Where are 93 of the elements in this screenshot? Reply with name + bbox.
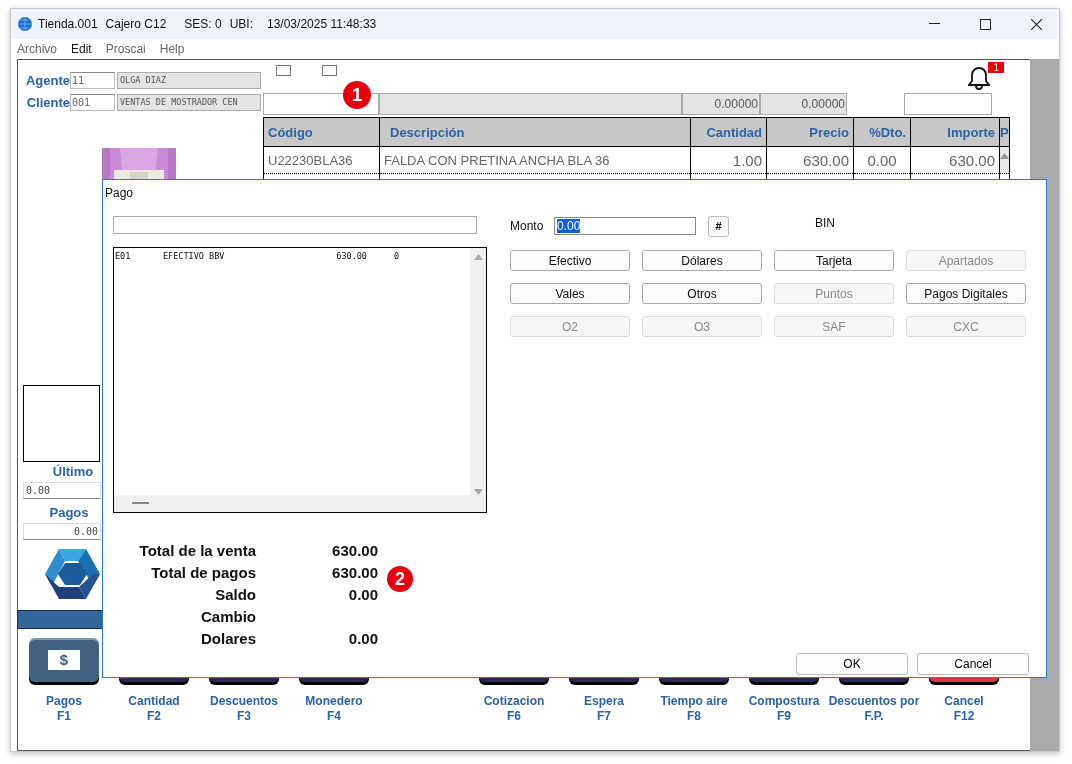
payment-method-button[interactable]: Vales [510, 283, 630, 304]
total-value: 630.00 [331, 563, 378, 581]
title-text: Cajero C12 [105, 17, 167, 31]
key-symbol: $ [47, 650, 81, 670]
key-label: Descuentos por [828, 694, 920, 709]
list-cell-text: 0 [392, 251, 399, 261]
readout-field: 0.00000 [760, 93, 847, 115]
key-label: Cotizacion [483, 694, 545, 709]
table-cell: 0.00 [853, 146, 911, 174]
scroll-up-icon[interactable] [1000, 153, 1009, 159]
key-shortcut: F1 [57, 709, 71, 724]
bin-label: BIN [815, 216, 835, 230]
globe-icon [18, 17, 32, 31]
checkbox[interactable] [276, 65, 291, 76]
dialog-button[interactable]: OK [796, 653, 908, 675]
payment-method-button[interactable]: Pagos Digitales [906, 283, 1026, 304]
notification-badge: 1 [988, 62, 1004, 73]
checkbox[interactable] [322, 65, 337, 76]
list-cell-text: E01 [115, 251, 132, 261]
title-text: UBI: [229, 17, 253, 31]
agent-label: Agente [24, 73, 70, 88]
key-shortcut: F6 [507, 709, 521, 724]
agent-name-field: OLGA DIAZ [117, 72, 261, 89]
input-field[interactable] [904, 93, 992, 115]
total-label: Cambio [200, 607, 256, 625]
column-header: Precio [766, 117, 854, 147]
column-header: Cantidad [690, 117, 767, 147]
column-header: %Dto. [853, 117, 911, 147]
close-icon[interactable] [1031, 18, 1042, 30]
key-label: Espera [584, 694, 624, 709]
title-text: 13/03/2025 11:48:33 [267, 17, 377, 31]
key-shortcut: F7 [597, 709, 611, 724]
client-code-field[interactable]: 001 [70, 94, 115, 111]
horizontal-scrollbar[interactable] [114, 495, 486, 512]
column-header: Importe [910, 117, 1000, 147]
amount-field[interactable]: 0.00 [554, 217, 696, 235]
table-cell: 1.00 [690, 146, 767, 174]
key-label: Tiempo aire [660, 694, 728, 709]
minimize-icon[interactable] [929, 23, 940, 25]
key-label: Cancel [944, 694, 984, 709]
payments-label: Pagos [48, 505, 90, 520]
total-label: Dolares [199, 629, 256, 647]
readout-field: 0.00000 [682, 93, 760, 115]
dialog-title: Pago [105, 186, 135, 200]
total-label: Total de pagos [150, 563, 256, 581]
bell-icon[interactable] [968, 66, 990, 90]
table-cell: 630.00 [910, 146, 1000, 174]
key-shortcut: F9 [777, 709, 791, 724]
key-shortcut: F4 [327, 709, 341, 724]
key-shortcut: F2 [147, 709, 161, 724]
total-label: Saldo [214, 585, 256, 603]
key-shortcut: F.P. [864, 709, 884, 724]
last-field: 0.00 [23, 482, 101, 499]
key-shortcut: F8 [687, 709, 701, 724]
key-label: Monedero [305, 694, 363, 709]
total-label: Total de la venta [138, 541, 256, 559]
table-cell: U22230BLA36 [263, 146, 380, 174]
table-cell: 630.00 [766, 146, 854, 174]
menu-item[interactable]: Edit [71, 42, 92, 56]
step-marker: 1 [343, 81, 371, 109]
total-value: 0.00 [347, 585, 378, 603]
title-text: SES: 0 [184, 17, 222, 31]
amount-label: Monto [510, 219, 545, 233]
table-cell: FALDA CON PRETINA ANCHA BLA 36 [379, 146, 691, 174]
key-shortcut: F3 [237, 709, 251, 724]
key-shortcut: F12 [953, 709, 975, 724]
total-value: 0.00 [347, 629, 378, 647]
search-field[interactable] [113, 216, 477, 234]
key-label: Cantidad [128, 694, 180, 709]
key-label: Compostura [748, 694, 820, 709]
cube-logo-icon [45, 549, 100, 599]
agent-code-field[interactable]: 11 [70, 72, 115, 89]
payment-method-button[interactable]: Efectivo [510, 250, 630, 271]
payments-field: 0.00 [23, 523, 101, 540]
list-cell-text: 630.00 [335, 251, 367, 261]
hash-button[interactable]: # [708, 215, 729, 237]
title-text: Tienda.001 [38, 17, 98, 31]
payment-method-button[interactable]: Dólares [642, 250, 762, 271]
total-value: 630.00 [331, 541, 378, 559]
column-header: Código [263, 117, 380, 147]
last-label: Último [51, 464, 95, 479]
client-name-field: VENTAS DE MOSTRADOR CEN [117, 94, 261, 111]
maximize-icon[interactable] [980, 18, 991, 30]
client-label: Cliente [25, 95, 70, 110]
function-key[interactable]: $ [29, 638, 99, 682]
list-cell-text: EFECTIVO BBV [163, 251, 226, 261]
key-label: Pagos [46, 694, 82, 709]
payment-method-button[interactable]: Otros [642, 283, 762, 304]
dialog-button[interactable]: Cancel [917, 653, 1029, 675]
column-header: Descripción [379, 117, 691, 147]
column-header: P [999, 117, 1010, 147]
key-label: Descuentos [210, 694, 278, 709]
payment-method-button[interactable]: Tarjeta [774, 250, 894, 271]
